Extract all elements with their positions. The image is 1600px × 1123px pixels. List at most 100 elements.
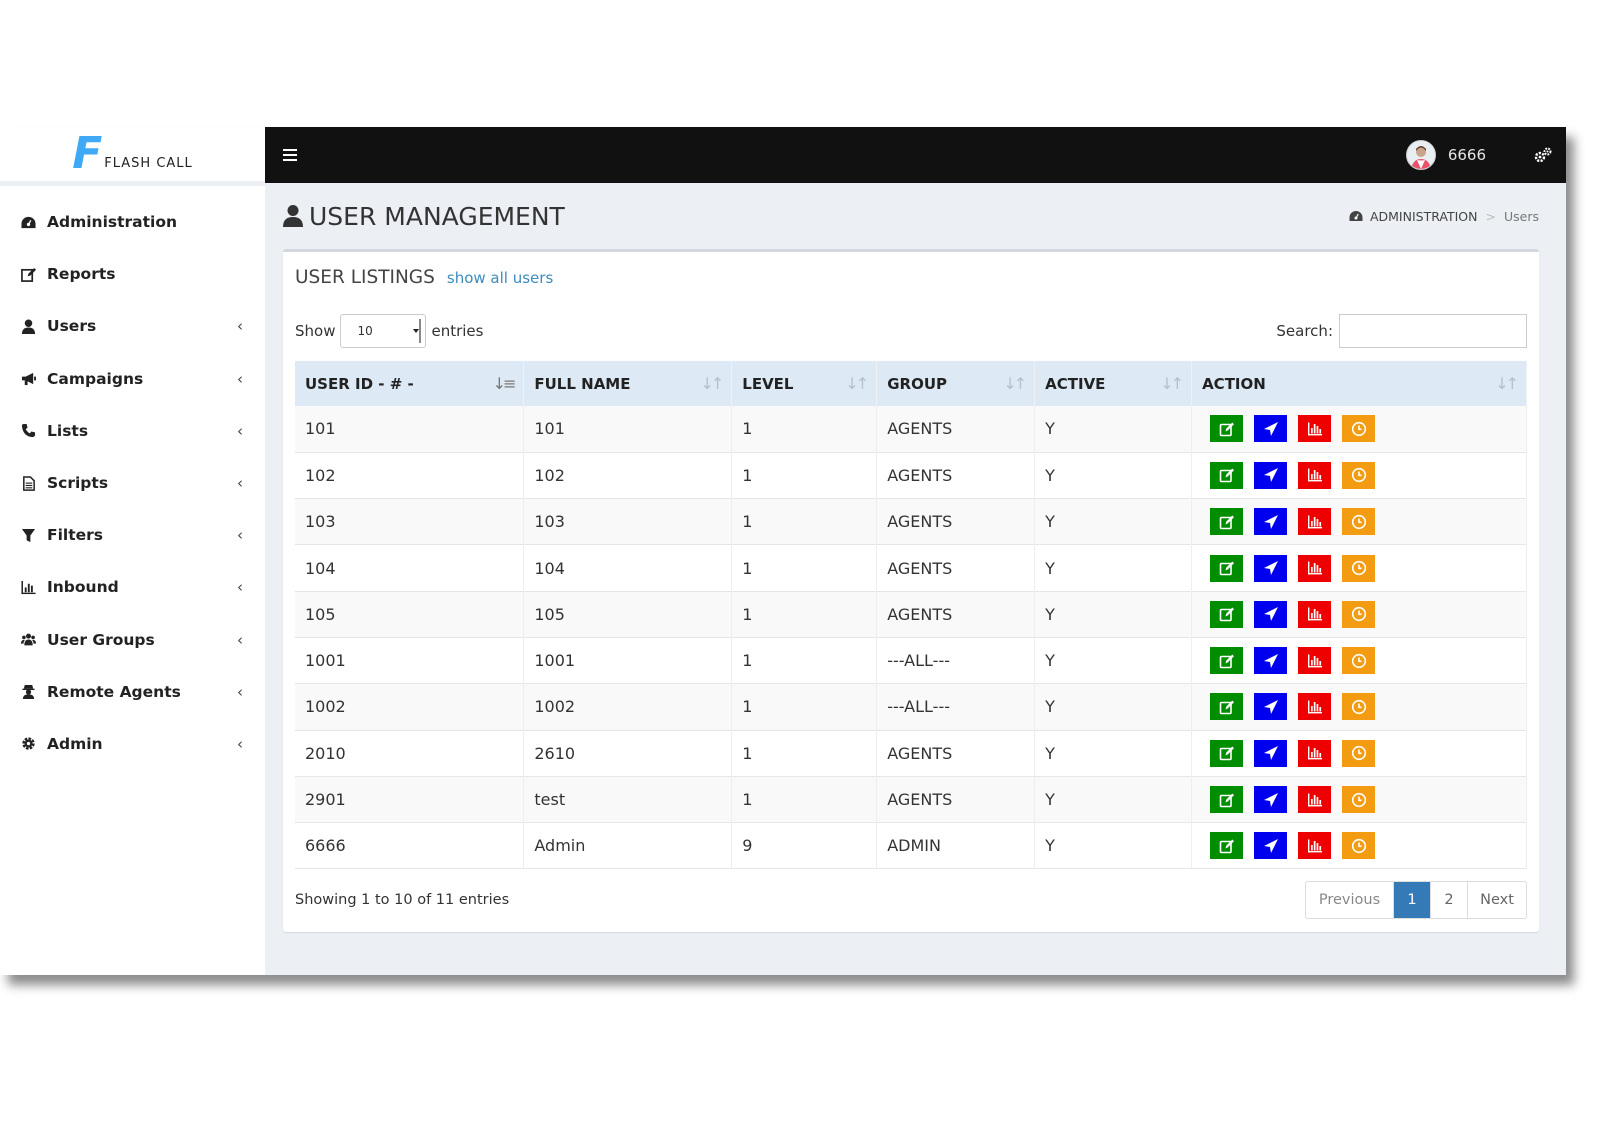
action-cell xyxy=(1191,637,1527,684)
sidebar-item-user-groups[interactable]: User Groups ‹ xyxy=(0,614,265,666)
column-header-level[interactable]: LEVEL ↓↑ xyxy=(731,361,878,406)
sidebar-item-filters[interactable]: Filters ‹ xyxy=(0,509,265,561)
user-id-cell: 1001 xyxy=(295,637,525,684)
sidebar-item-scripts[interactable]: Scripts ‹ xyxy=(0,457,265,509)
pagination-previous-button[interactable]: Previous xyxy=(1306,882,1394,919)
stats-button[interactable] xyxy=(1298,832,1332,860)
edit-user-button[interactable] xyxy=(1210,600,1244,628)
sidebar-item-lists[interactable]: Lists ‹ xyxy=(0,405,265,457)
column-header-group[interactable]: GROUP ↓↑ xyxy=(876,361,1036,406)
pagination-page-2[interactable]: 2 xyxy=(1431,882,1468,919)
send-button[interactable] xyxy=(1254,415,1288,443)
action-cell xyxy=(1191,822,1527,869)
time-sheet-button[interactable] xyxy=(1342,461,1376,489)
edit-user-button[interactable] xyxy=(1210,554,1244,582)
sidebar-item-admin[interactable]: Admin ‹ xyxy=(0,718,265,770)
stats-button[interactable] xyxy=(1298,600,1332,628)
time-sheet-button[interactable] xyxy=(1342,415,1376,443)
edit-user-button[interactable] xyxy=(1210,786,1244,814)
sort-icon: ↓↑ xyxy=(1160,374,1184,393)
active-cell: Y xyxy=(1034,591,1193,638)
column-header-label: GROUP xyxy=(887,374,947,393)
bar-chart-icon xyxy=(1307,560,1323,576)
edit-user-button[interactable] xyxy=(1210,647,1244,675)
sidebar-item-reports[interactable]: Reports xyxy=(0,248,265,300)
time-sheet-button[interactable] xyxy=(1342,832,1376,860)
logo-text: FLASH CALL xyxy=(104,155,193,171)
stats-button[interactable] xyxy=(1298,786,1332,814)
send-icon xyxy=(1263,838,1279,854)
time-sheet-button[interactable] xyxy=(1342,508,1376,536)
time-sheet-button[interactable] xyxy=(1342,786,1376,814)
send-button[interactable] xyxy=(1254,786,1288,814)
action-cell xyxy=(1191,776,1527,823)
sidebar-item-label: Lists xyxy=(47,421,89,440)
username-label[interactable]: 6666 xyxy=(1448,146,1486,164)
user-id-cell: 1002 xyxy=(295,683,525,731)
column-header-label: ACTION xyxy=(1202,374,1266,393)
send-button[interactable] xyxy=(1254,554,1288,582)
table-body: 101 101 1 AGENTS Y 102 102 1 AGENTS Y 103 103 1 AGENT… xyxy=(295,406,1527,869)
pagination-next-button[interactable]: Next xyxy=(1468,882,1526,918)
time-sheet-button[interactable] xyxy=(1342,739,1376,767)
search-input[interactable] xyxy=(1339,314,1527,348)
send-button[interactable] xyxy=(1254,693,1288,721)
send-button[interactable] xyxy=(1254,508,1288,536)
stats-button[interactable] xyxy=(1298,461,1332,489)
breadcrumb-administration[interactable]: ADMINISTRATION xyxy=(1370,209,1478,224)
stats-button[interactable] xyxy=(1298,739,1332,767)
sidebar-item-label: Filters xyxy=(47,526,104,545)
stats-button[interactable] xyxy=(1298,415,1332,443)
sidebar-item-administration[interactable]: Administration xyxy=(0,196,265,248)
column-header-full-name[interactable]: FULL NAME ↓↑ xyxy=(523,361,733,406)
column-header-action[interactable]: ACTION ↓↑ xyxy=(1191,361,1527,406)
send-button[interactable] xyxy=(1254,832,1288,860)
stats-button[interactable] xyxy=(1298,647,1332,675)
sidebar-item-users[interactable]: Users ‹ xyxy=(0,300,265,352)
sidebar-item-campaigns[interactable]: Campaigns ‹ xyxy=(0,353,265,405)
edit-user-button[interactable] xyxy=(1210,739,1244,767)
pagination-page-1[interactable]: 1 xyxy=(1394,882,1431,919)
show-all-users-link[interactable]: show all users xyxy=(447,269,553,287)
stats-button[interactable] xyxy=(1298,508,1332,536)
time-sheet-button[interactable] xyxy=(1342,693,1376,721)
column-header-active[interactable]: ACTIVE ↓↑ xyxy=(1034,361,1193,406)
entries-select[interactable]: 10 xyxy=(340,314,427,348)
level-cell: 1 xyxy=(731,498,878,545)
avatar[interactable] xyxy=(1405,140,1436,170)
logo[interactable]: F FLASH CALL xyxy=(0,127,265,186)
edit-user-button[interactable] xyxy=(1210,832,1244,860)
sidebar-item-remote-agents[interactable]: Remote Agents ‹ xyxy=(0,666,265,718)
phone-icon xyxy=(21,423,47,438)
time-sheet-button[interactable] xyxy=(1342,600,1376,628)
stats-button[interactable] xyxy=(1298,693,1332,721)
column-header-label: USER ID - # - xyxy=(305,374,414,393)
stats-button[interactable] xyxy=(1298,554,1332,582)
edit-user-button[interactable] xyxy=(1210,508,1244,536)
send-button[interactable] xyxy=(1254,461,1288,489)
send-button[interactable] xyxy=(1254,739,1288,767)
edit-user-button[interactable] xyxy=(1210,693,1244,721)
action-buttons xyxy=(1202,554,1516,582)
edit-user-button[interactable] xyxy=(1210,415,1244,443)
bar-chart-icon xyxy=(1307,514,1323,530)
send-icon xyxy=(1263,792,1279,808)
sidebar-toggle-button[interactable] xyxy=(265,127,315,183)
edit-user-button[interactable] xyxy=(1210,461,1244,489)
send-button[interactable] xyxy=(1254,600,1288,628)
settings-button[interactable] xyxy=(1520,127,1566,183)
chevron-left-icon: ‹ xyxy=(237,369,243,388)
send-button[interactable] xyxy=(1254,647,1288,675)
action-buttons xyxy=(1202,600,1516,628)
chevron-left-icon: ‹ xyxy=(237,421,243,440)
time-sheet-button[interactable] xyxy=(1342,554,1376,582)
column-header-user-id[interactable]: USER ID - # - ↓≡ xyxy=(295,361,525,406)
filter-icon xyxy=(21,528,47,543)
action-cell xyxy=(1191,730,1527,777)
sidebar-item-inbound[interactable]: Inbound ‹ xyxy=(0,561,265,613)
table-row: 2901 test 1 AGENTS Y xyxy=(295,776,1527,823)
time-sheet-button[interactable] xyxy=(1342,647,1376,675)
edit-icon xyxy=(21,267,47,282)
level-cell: 1 xyxy=(731,730,878,777)
user-id-cell: 6666 xyxy=(295,822,525,869)
